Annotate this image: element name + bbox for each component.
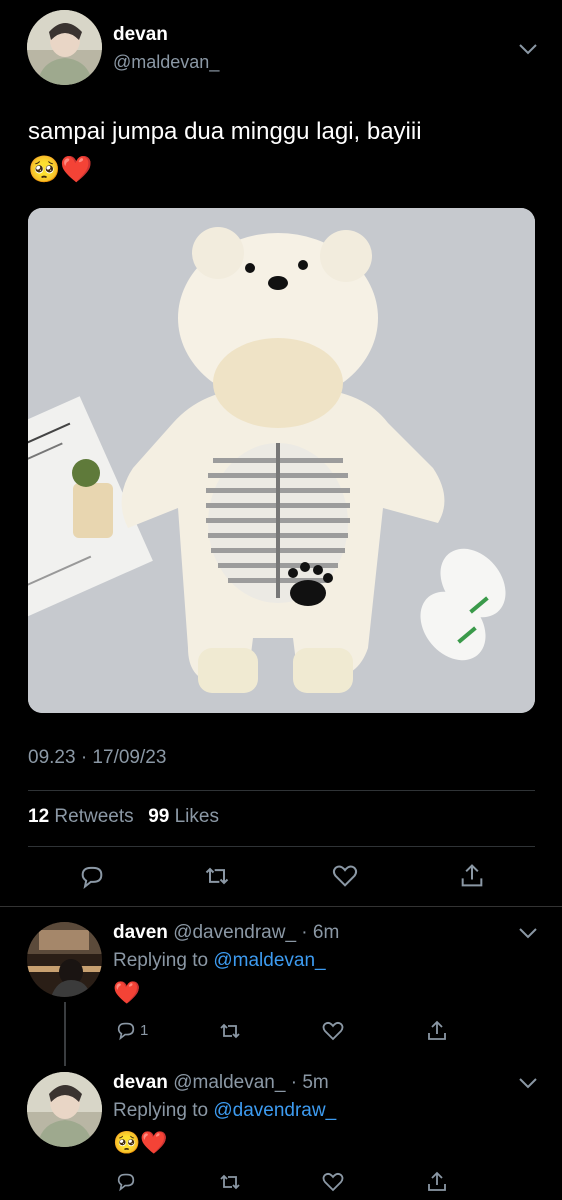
reply-2-text: 🥺❤️	[113, 1130, 168, 1155]
retweet-icon[interactable]	[203, 862, 231, 890]
replying-to-handle[interactable]: @maldevan_	[213, 950, 325, 971]
retweet-icon[interactable]	[218, 1019, 242, 1043]
retweet-count[interactable]: 12	[28, 806, 49, 827]
chevron-down-icon[interactable]	[517, 1076, 539, 1090]
tweet-media[interactable]	[28, 208, 535, 713]
author-name[interactable]: devan	[113, 24, 168, 46]
reply-2-author-name[interactable]: devan	[113, 1072, 168, 1093]
like-icon[interactable]	[331, 862, 359, 890]
baby-bear-romper-photo	[28, 208, 535, 713]
divider	[0, 906, 562, 907]
tweet-stats: 12 Retweets 99 Likes	[28, 806, 219, 828]
divider	[28, 790, 535, 791]
like-icon[interactable]	[321, 1019, 345, 1043]
reply-2-replying: Replying to @davendraw_	[113, 1100, 336, 1122]
retweet-label[interactable]: Retweets	[54, 806, 133, 827]
reply-1-header: daven @davendraw_ · 6m	[113, 922, 339, 944]
chevron-down-icon[interactable]	[517, 42, 539, 56]
replying-to-label: Replying to	[113, 1100, 209, 1121]
chevron-down-icon[interactable]	[517, 926, 539, 940]
reply-1-reply-count: 1	[140, 1022, 149, 1039]
replying-to-handle[interactable]: @davendraw_	[213, 1100, 336, 1121]
like-icon[interactable]	[321, 1170, 345, 1194]
reply-1-author-name[interactable]: daven	[113, 922, 168, 943]
replying-to-label: Replying to	[113, 950, 209, 971]
reply-1-replying: Replying to @maldevan_	[113, 950, 326, 972]
reply-1-text: ❤️	[113, 980, 141, 1005]
reply-avatar[interactable]	[27, 1072, 102, 1147]
share-icon[interactable]	[425, 1019, 449, 1043]
reply-avatar[interactable]	[27, 922, 102, 997]
author-handle[interactable]: @maldevan_	[113, 52, 219, 73]
reply-icon[interactable]	[115, 1170, 137, 1192]
thread-line	[64, 1002, 66, 1066]
retweet-icon[interactable]	[218, 1170, 242, 1194]
reply-2-header: devan @maldevan_ · 5m	[113, 1072, 329, 1094]
tweet-emojis: 🥺❤️	[28, 154, 93, 184]
reply-1-author-meta[interactable]: @davendraw_ · 6m	[173, 922, 339, 943]
divider	[28, 846, 535, 847]
tweet-timestamp[interactable]: 09.23 · 17/09/23	[28, 747, 166, 769]
tweet-text: sampai jumpa dua minggu lagi, bayiii	[28, 118, 422, 145]
like-count[interactable]: 99	[148, 806, 169, 827]
share-icon[interactable]	[458, 862, 486, 890]
reply-2-author-meta[interactable]: @maldevan_ · 5m	[173, 1072, 329, 1093]
reply-icon[interactable]	[78, 862, 106, 890]
reply-icon[interactable]	[115, 1019, 137, 1041]
author-avatar[interactable]	[27, 10, 102, 85]
like-label[interactable]: Likes	[175, 806, 219, 827]
share-icon[interactable]	[425, 1170, 449, 1194]
